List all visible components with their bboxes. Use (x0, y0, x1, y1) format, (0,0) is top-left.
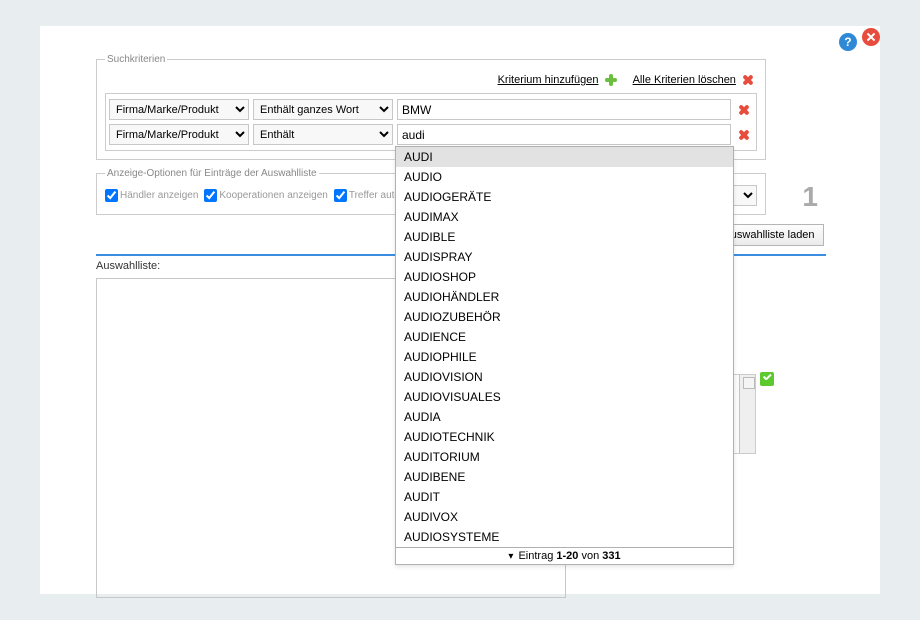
autocomplete-footer[interactable]: Eintrag 1-20 von 331 (396, 547, 733, 564)
dealer-label: Händler anzeigen (120, 190, 198, 201)
autocomplete-item[interactable]: AUDI (396, 147, 733, 167)
hits-checkbox[interactable] (334, 189, 347, 202)
value-input-1[interactable] (397, 124, 731, 145)
autocomplete-item[interactable]: AUDIOSYSTEME (396, 527, 733, 547)
autocomplete-item[interactable]: AUDIT (396, 487, 733, 507)
display-options-legend: Anzeige-Optionen für Einträge der Auswah… (105, 168, 319, 179)
cooperations-checkbox[interactable] (204, 189, 217, 202)
field-select-1[interactable]: Firma/Marke/Produkt (109, 124, 249, 145)
autocomplete-item[interactable]: AUDISPRAY (396, 247, 733, 267)
autocomplete-item[interactable]: AUDIOSHOP (396, 267, 733, 287)
autocomplete-item[interactable]: AUDIBENE (396, 467, 733, 487)
autocomplete-item[interactable]: AUDIBLE (396, 227, 733, 247)
dealer-checkbox[interactable] (105, 189, 118, 202)
cooperations-label: Kooperationen anzeigen (219, 190, 327, 201)
help-icon[interactable]: ? (839, 33, 857, 51)
value-input-0[interactable] (397, 99, 731, 120)
selection-list-label: Auswahlliste: (96, 260, 160, 272)
autocomplete-item[interactable]: AUDIENCE (396, 327, 733, 347)
autocomplete-item[interactable]: AUDIOHÄNDLER (396, 287, 733, 307)
autocomplete-item[interactable]: AUDIOVISION (396, 367, 733, 387)
delete-all-icon[interactable] (739, 71, 757, 89)
delete-all-criteria-link[interactable]: Alle Kriterien löschen (633, 74, 736, 86)
operator-select-1[interactable]: Enthält (253, 124, 393, 145)
autocomplete-item[interactable]: AUDITORIUM (396, 447, 733, 467)
autocomplete-item[interactable]: AUDIOZUBEHÖR (396, 307, 733, 327)
criterion-row-1: Firma/Marke/Produkt Enthält (109, 122, 753, 147)
scrollbar-icon[interactable] (739, 375, 755, 453)
search-criteria-fieldset: Suchkriterien Kriterium hinzufügen Alle … (96, 54, 766, 160)
autocomplete-item[interactable]: AUDIO (396, 167, 733, 187)
autocomplete-item[interactable]: AUDIMAX (396, 207, 733, 227)
field-select-0[interactable]: Firma/Marke/Produkt (109, 99, 249, 120)
confirm-check-icon[interactable] (760, 372, 774, 386)
autocomplete-dropdown: AUDIAUDIOAUDIOGERÄTEAUDIMAXAUDIBLEAUDISP… (395, 146, 734, 565)
delete-row-icon-0[interactable] (735, 101, 753, 119)
criterion-row-0: Firma/Marke/Produkt Enthält ganzes Wort (109, 97, 753, 122)
dropdown-caret-icon (508, 550, 515, 562)
autocomplete-item[interactable]: AUDIOTECHNIK (396, 427, 733, 447)
autocomplete-item[interactable]: AUDIOGERÄTE (396, 187, 733, 207)
search-criteria-legend: Suchkriterien (105, 54, 167, 65)
add-criterion-link[interactable]: Kriterium hinzufügen (498, 74, 599, 86)
add-icon[interactable] (602, 71, 620, 89)
operator-select-0[interactable]: Enthält ganzes Wort (253, 99, 393, 120)
delete-row-icon-1[interactable] (735, 126, 753, 144)
autocomplete-item[interactable]: AUDIVOX (396, 507, 733, 527)
autocomplete-item[interactable]: AUDIOVISUALES (396, 387, 733, 407)
autocomplete-item[interactable]: AUDIOPHILE (396, 347, 733, 367)
autocomplete-item[interactable]: AUDIA (396, 407, 733, 427)
close-icon[interactable] (862, 28, 880, 46)
